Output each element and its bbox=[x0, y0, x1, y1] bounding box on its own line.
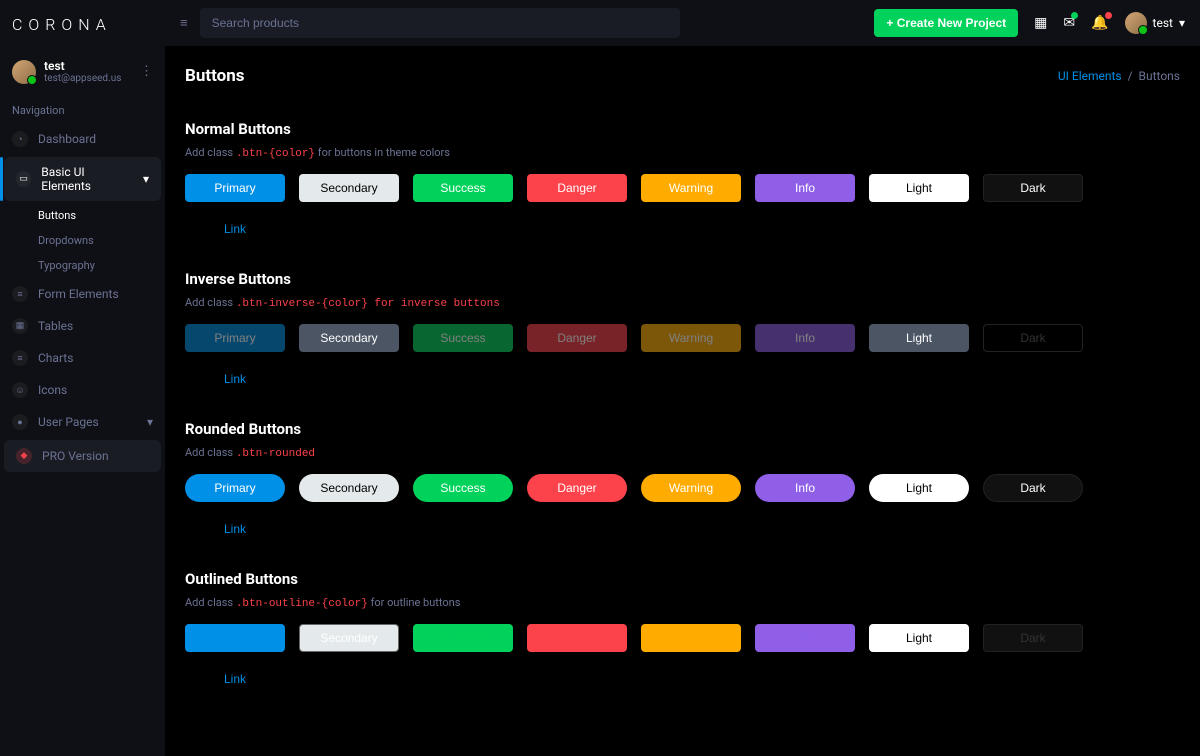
topbar: ≡ + Create New Project ▦ ✉ 🔔 test ▾ bbox=[165, 0, 1200, 46]
topbar-user-menu[interactable]: test ▾ bbox=[1125, 12, 1185, 34]
sidebar-item-charts[interactable]: ≡ Charts bbox=[0, 342, 165, 374]
btn-danger[interactable]: Danger bbox=[527, 174, 627, 202]
btn-rounded-dark[interactable]: Dark bbox=[983, 474, 1083, 502]
section-desc: Add class .btn-{color} for buttons in th… bbox=[185, 146, 1180, 160]
section-outlined-buttons: Outlined Buttons Add class .btn-outline-… bbox=[185, 570, 1180, 692]
pro-icon: ◆ bbox=[16, 448, 32, 464]
sidebar: CORONA test test@appseed.us ⋮ Navigation… bbox=[0, 0, 165, 756]
menu-toggle-icon[interactable]: ≡ bbox=[180, 15, 188, 31]
btn-outline-secondary[interactable]: Secondary bbox=[299, 624, 399, 652]
btn-inverse-info[interactable]: Info bbox=[755, 324, 855, 352]
btn-outline-success[interactable]: Success bbox=[413, 624, 513, 652]
btn-link[interactable]: Link bbox=[185, 216, 285, 242]
section-normal-buttons: Normal Buttons Add class .btn-{color} fo… bbox=[185, 120, 1180, 242]
grid-icon[interactable]: ▦ bbox=[1034, 15, 1047, 31]
btn-inverse-success[interactable]: Success bbox=[413, 324, 513, 352]
section-title: Normal Buttons bbox=[185, 120, 1180, 138]
btn-outline-primary[interactable]: Primary bbox=[185, 624, 285, 652]
section-desc: Add class .btn-rounded bbox=[185, 446, 1180, 460]
btn-rounded-primary[interactable]: Primary bbox=[185, 474, 285, 502]
breadcrumb: UI Elements / Buttons bbox=[1058, 69, 1180, 83]
section-title: Outlined Buttons bbox=[185, 570, 1180, 588]
nav-header: Navigation bbox=[0, 94, 165, 123]
sidebar-item-basic-ui[interactable]: ▭ Basic UI Elements ▾ bbox=[4, 157, 161, 201]
chevron-down-icon: ▾ bbox=[147, 415, 153, 429]
form-icon: ≡ bbox=[12, 286, 28, 302]
btn-inverse-secondary[interactable]: Secondary bbox=[299, 324, 399, 352]
bell-icon[interactable]: 🔔 bbox=[1091, 15, 1108, 31]
btn-rounded-danger[interactable]: Danger bbox=[527, 474, 627, 502]
btn-inverse-dark[interactable]: Dark bbox=[983, 324, 1083, 352]
btn-rounded-warning[interactable]: Warning bbox=[641, 474, 741, 502]
page-title: Buttons bbox=[185, 66, 245, 86]
brand-logo: CORONA bbox=[0, 0, 165, 49]
chevron-down-icon: ▾ bbox=[143, 172, 149, 186]
btn-outline-danger[interactable]: Danger bbox=[527, 624, 627, 652]
btn-rounded-secondary[interactable]: Secondary bbox=[299, 474, 399, 502]
sidebar-item-icons[interactable]: ☺ Icons bbox=[0, 374, 165, 406]
security-icon: ● bbox=[12, 414, 28, 430]
btn-success[interactable]: Success bbox=[413, 174, 513, 202]
btn-outline-dark[interactable]: Dark bbox=[983, 624, 1083, 652]
sidebar-item-form-elements[interactable]: ≡ Form Elements bbox=[0, 278, 165, 310]
btn-inverse-link[interactable]: Link bbox=[185, 366, 285, 392]
search-container bbox=[200, 8, 680, 38]
breadcrumb-current: Buttons bbox=[1139, 69, 1181, 83]
btn-warning[interactable]: Warning bbox=[641, 174, 741, 202]
btn-dark[interactable]: Dark bbox=[983, 174, 1083, 202]
btn-rounded-light[interactable]: Light bbox=[869, 474, 969, 502]
btn-light[interactable]: Light bbox=[869, 174, 969, 202]
btn-rounded-link[interactable]: Link bbox=[185, 516, 285, 542]
search-input[interactable] bbox=[200, 8, 680, 38]
sidebar-item-user-pages[interactable]: ● User Pages ▾ bbox=[0, 406, 165, 438]
create-project-button[interactable]: + Create New Project bbox=[874, 9, 1018, 37]
chevron-down-icon: ▾ bbox=[1179, 16, 1185, 30]
kebab-icon[interactable]: ⋮ bbox=[140, 64, 153, 79]
btn-outline-light[interactable]: Light bbox=[869, 624, 969, 652]
contacts-icon: ☺ bbox=[12, 382, 28, 398]
avatar bbox=[12, 60, 36, 84]
sidebar-item-dashboard[interactable]: ◔ Dashboard bbox=[0, 123, 165, 155]
section-desc: Add class .btn-inverse-{color} for inver… bbox=[185, 296, 1180, 310]
breadcrumb-parent[interactable]: UI Elements bbox=[1058, 69, 1122, 83]
sidebar-item-pro[interactable]: ◆ PRO Version bbox=[4, 440, 161, 472]
sidebar-sub-dropdowns[interactable]: Dropdowns bbox=[0, 228, 165, 253]
btn-secondary[interactable]: Secondary bbox=[299, 174, 399, 202]
avatar bbox=[1125, 12, 1147, 34]
section-inverse-buttons: Inverse Buttons Add class .btn-inverse-{… bbox=[185, 270, 1180, 392]
main: ≡ + Create New Project ▦ ✉ 🔔 test ▾ Butt… bbox=[165, 0, 1200, 756]
btn-inverse-warning[interactable]: Warning bbox=[641, 324, 741, 352]
user-name: test bbox=[44, 59, 132, 73]
btn-outline-info[interactable]: Info bbox=[755, 624, 855, 652]
sidebar-sub-typography[interactable]: Typography bbox=[0, 253, 165, 278]
sidebar-sub-buttons[interactable]: Buttons bbox=[0, 203, 165, 228]
laptop-icon: ▭ bbox=[16, 171, 31, 187]
btn-outline-warning[interactable]: Warning bbox=[641, 624, 741, 652]
section-desc: Add class .btn-outline-{color} for outli… bbox=[185, 596, 1180, 610]
btn-inverse-light[interactable]: Light bbox=[869, 324, 969, 352]
btn-rounded-success[interactable]: Success bbox=[413, 474, 513, 502]
btn-inverse-primary[interactable]: Primary bbox=[185, 324, 285, 352]
user-email: test@appseed.us bbox=[44, 73, 132, 84]
sidebar-item-tables[interactable]: ▦ Tables bbox=[0, 310, 165, 342]
sidebar-user[interactable]: test test@appseed.us ⋮ bbox=[0, 49, 165, 94]
mail-icon[interactable]: ✉ bbox=[1063, 15, 1075, 31]
btn-primary[interactable]: Primary bbox=[185, 174, 285, 202]
section-rounded-buttons: Rounded Buttons Add class .btn-rounded P… bbox=[185, 420, 1180, 542]
btn-inverse-danger[interactable]: Danger bbox=[527, 324, 627, 352]
btn-rounded-info[interactable]: Info bbox=[755, 474, 855, 502]
btn-info[interactable]: Info bbox=[755, 174, 855, 202]
gauge-icon: ◔ bbox=[12, 131, 28, 147]
table-icon: ▦ bbox=[12, 318, 28, 334]
section-title: Rounded Buttons bbox=[185, 420, 1180, 438]
chart-icon: ≡ bbox=[12, 350, 28, 366]
section-title: Inverse Buttons bbox=[185, 270, 1180, 288]
